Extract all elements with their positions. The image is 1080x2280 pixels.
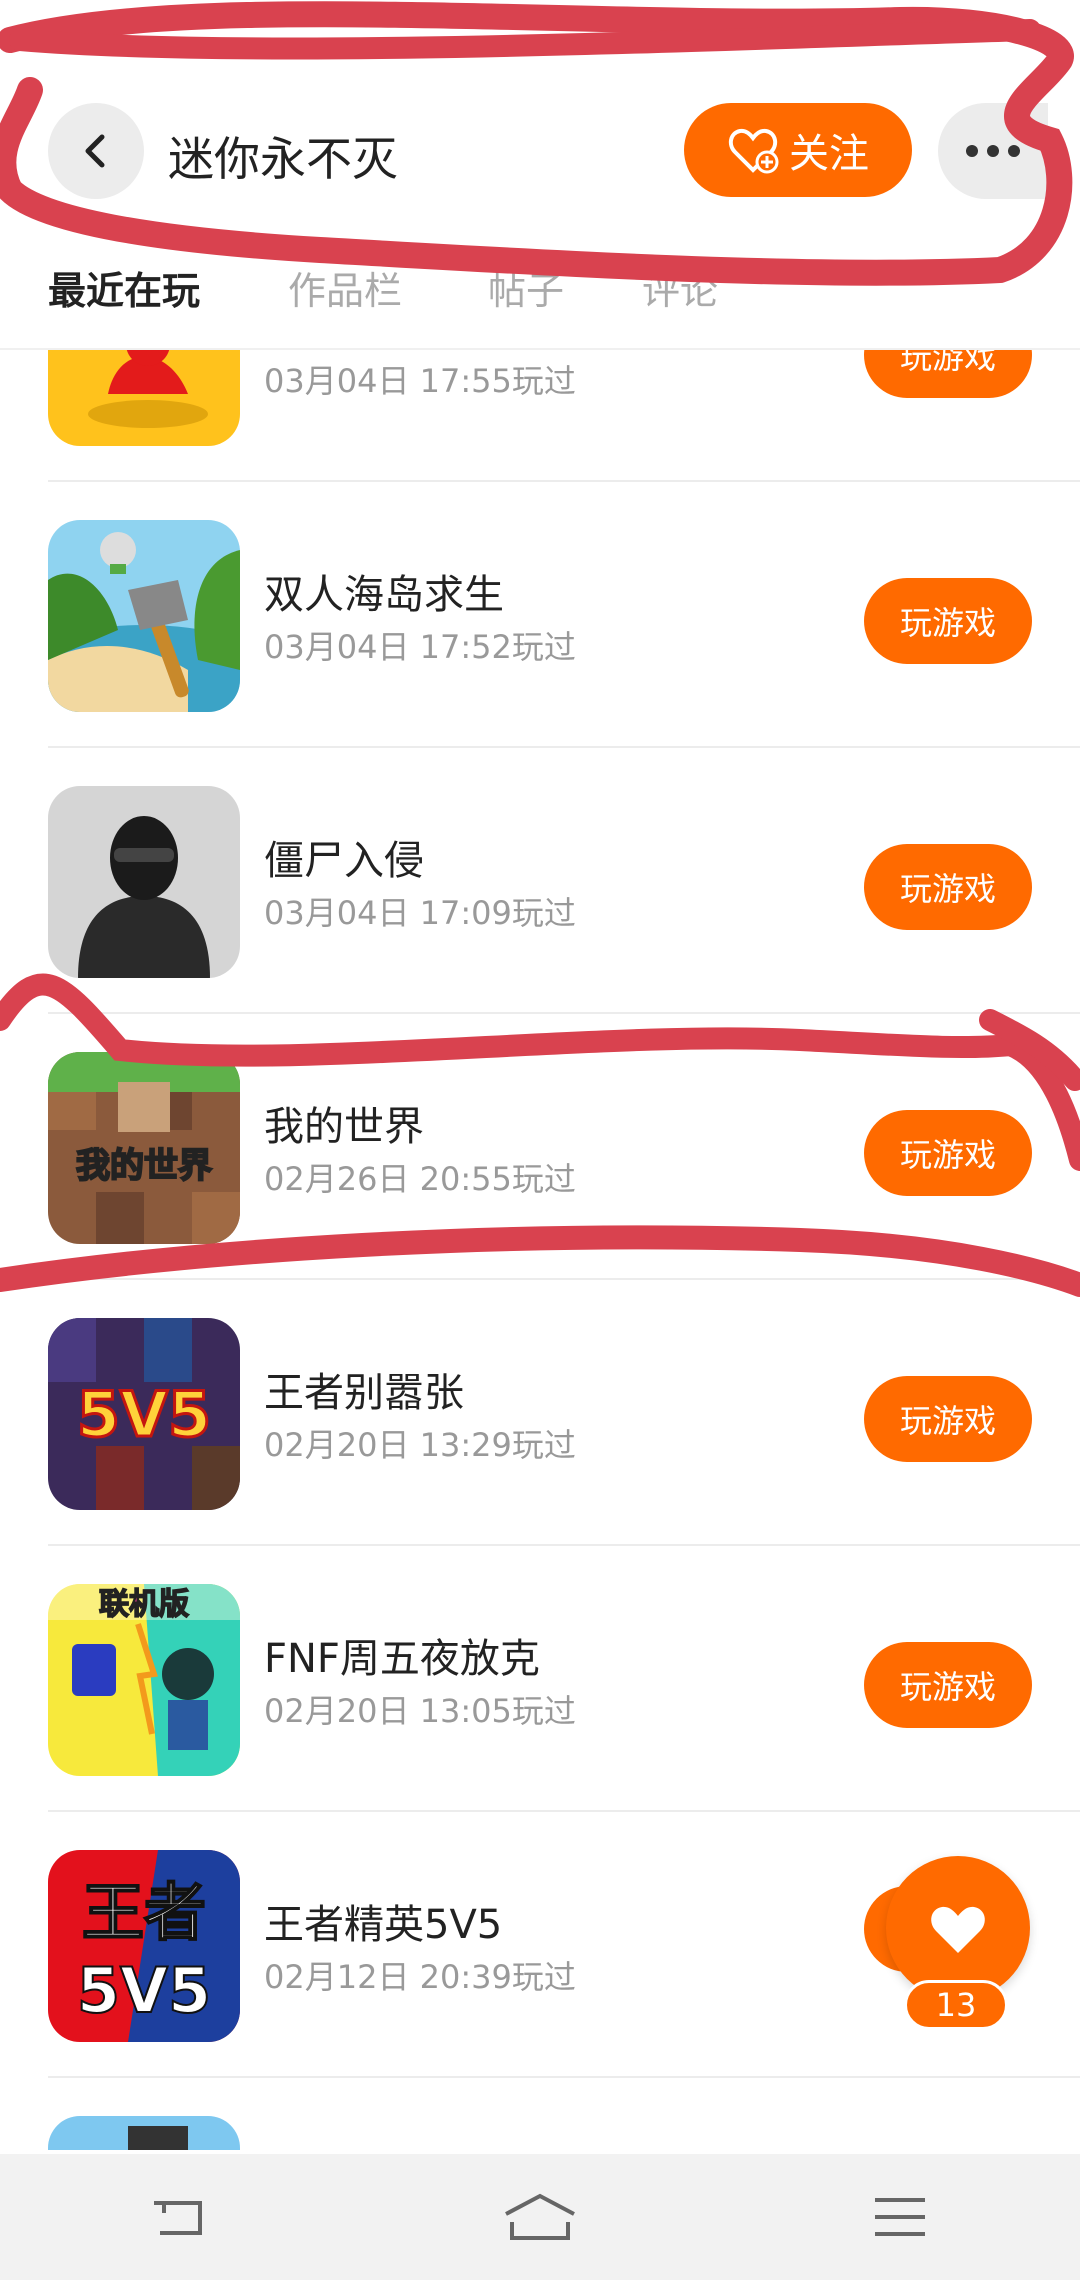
game-time: 03月04日 17:52玩过: [264, 628, 576, 666]
heart-plus-icon: [728, 128, 779, 174]
tab-posts[interactable]: 帖子: [488, 260, 564, 315]
game-time: 03月04日 17:09玩过: [264, 894, 576, 932]
system-nav-bar: [0, 2154, 1080, 2280]
play-button[interactable]: 玩游戏: [864, 1642, 1032, 1728]
like-button[interactable]: [886, 1856, 1030, 2000]
status-bar: [0, 0, 1080, 70]
more-button[interactable]: [938, 103, 1048, 199]
svg-text:5V5: 5V5: [77, 1954, 211, 2027]
game-icon: 王者 5V5: [48, 1850, 240, 2042]
list-item[interactable]: [0, 2078, 1080, 2150]
menu-icon: [875, 2198, 925, 2236]
follow-button[interactable]: 关注: [684, 103, 912, 197]
game-icon: [48, 2116, 240, 2150]
list-item[interactable]: 僵尸入侵 03月04日 17:09玩过 玩游戏: [0, 748, 1080, 1014]
game-icon: [48, 520, 240, 712]
tab-works[interactable]: 作品栏: [288, 260, 402, 315]
game-time: 02月20日 13:29玩过: [264, 1426, 576, 1464]
game-icon: 联机版: [48, 1584, 240, 1776]
list-item[interactable]: 我的世界 我的世界 02月26日 20:55玩过 玩游戏: [0, 1014, 1080, 1280]
list-item[interactable]: 5V5 王者别嚣张 02月20日 13:29玩过 玩游戏: [0, 1280, 1080, 1546]
game-time: 03月04日 17:55玩过: [264, 362, 576, 400]
page-title: 迷你永不灭: [168, 132, 398, 186]
game-icon: 我的世界: [48, 1052, 240, 1244]
tab-recent[interactable]: 最近在玩: [48, 260, 200, 315]
play-button[interactable]: 玩游戏: [864, 1376, 1032, 1462]
list-item[interactable]: 双人海岛求生 03月04日 17:52玩过 玩游戏: [0, 482, 1080, 748]
heart-icon: [931, 1906, 985, 1953]
nav-back-button[interactable]: [120, 2177, 240, 2257]
svg-text:联机版: 联机版: [99, 1587, 189, 1622]
chevron-left-icon: [85, 134, 105, 168]
game-name: 双人海岛求生: [264, 572, 504, 618]
game-name: FNF周五夜放克: [264, 1636, 540, 1682]
game-name: 王者别嚣张: [264, 1370, 464, 1416]
list-item[interactable]: 03月04日 17:55玩过 玩游戏: [0, 350, 1080, 482]
svg-text:王者: 王者: [82, 1876, 206, 1949]
back-arrow-icon: [154, 2201, 202, 2235]
svg-text:我的世界: 我的世界: [76, 1146, 212, 1186]
game-name: 王者精英5V5: [264, 1902, 503, 1948]
like-count: 13: [904, 1980, 1008, 2030]
game-icon: [48, 786, 240, 978]
game-icon: [48, 350, 240, 446]
back-button[interactable]: [48, 103, 144, 199]
svg-text:5V5: 5V5: [77, 1378, 211, 1451]
play-button[interactable]: 玩游戏: [864, 350, 1032, 398]
game-time: 02月12日 20:39玩过: [264, 1958, 576, 1996]
home-icon: [505, 2193, 575, 2240]
tab-bar: 最近在玩 作品栏 帖子 评论: [0, 240, 1080, 350]
tab-comments[interactable]: 评论: [642, 260, 718, 315]
top-bar: 迷你永不灭 关注: [0, 95, 1080, 205]
play-button[interactable]: 玩游戏: [864, 578, 1032, 664]
game-time: 02月20日 13:05玩过: [264, 1692, 576, 1730]
game-name: 我的世界: [264, 1104, 424, 1150]
play-button[interactable]: 玩游戏: [864, 844, 1032, 930]
more-icon: [966, 145, 1020, 157]
follow-label: 关注: [789, 131, 869, 177]
list-item[interactable]: 联机版 FNF周五夜放克 02月20日 13:05玩过 玩游戏: [0, 1546, 1080, 1812]
play-button[interactable]: 玩游戏: [864, 1110, 1032, 1196]
nav-menu-button[interactable]: [840, 2177, 960, 2257]
game-icon: 5V5: [48, 1318, 240, 1510]
game-name: 僵尸入侵: [264, 838, 424, 884]
nav-home-button[interactable]: [480, 2177, 600, 2257]
game-time: 02月26日 20:55玩过: [264, 1160, 576, 1198]
